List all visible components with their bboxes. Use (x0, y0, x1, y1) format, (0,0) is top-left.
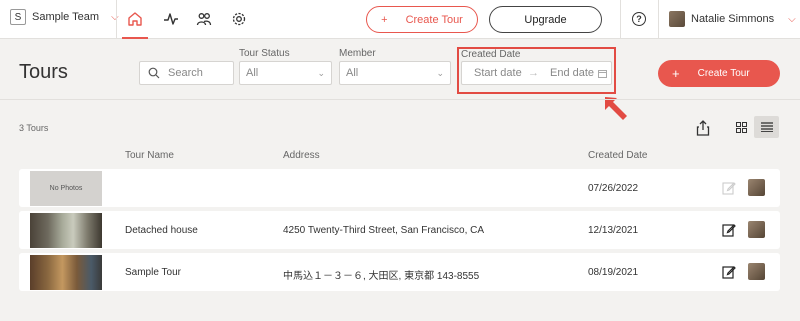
created-date-cell: 08/19/2021 (588, 267, 639, 278)
address-cell: 中馬込１－３－６, 大田区, 東京都 143-8555 (283, 271, 480, 282)
team-name: Sample Team (32, 11, 100, 23)
chevron-down-icon: ⌄ (317, 68, 325, 78)
member-label: Member (339, 48, 376, 59)
team-switcher[interactable]: S Sample Team ⌵ (10, 9, 119, 25)
created-date-label: Created Date (461, 49, 521, 60)
column-header-created-date[interactable]: Created Date (588, 150, 647, 161)
create-tour-top-label: Create Tour (405, 13, 463, 26)
plus-icon: + (381, 13, 388, 26)
team-logo: S (10, 9, 26, 25)
created-date-cell: 12/13/2021 (588, 225, 639, 236)
user-menu[interactable]: Natalie Simmons ⌵ (669, 11, 796, 27)
tour-name-cell: Detached house (125, 225, 198, 236)
create-tour-button[interactable]: + Create Tour (658, 60, 780, 87)
chevron-down-icon: ⌵ (788, 13, 796, 25)
tour-status-value: All (246, 67, 259, 79)
tour-status-label: Tour Status (239, 48, 290, 59)
home-icon[interactable] (122, 10, 148, 39)
page-title: Tours (19, 61, 68, 83)
edit-icon[interactable] (722, 265, 736, 279)
thumbnail-image (30, 255, 102, 290)
divider (658, 0, 659, 39)
table-row[interactable]: Sample Tour 中馬込１－３－６, 大田区, 東京都 143-8555 … (19, 253, 780, 291)
edit-icon[interactable] (722, 223, 736, 237)
member-select[interactable]: All ⌄ (339, 61, 451, 85)
share-icon[interactable] (696, 120, 710, 136)
upgrade-button[interactable]: Upgrade (489, 6, 602, 33)
table-row[interactable]: No Photos 07/26/2022 (19, 169, 780, 207)
search-placeholder: Search (168, 67, 203, 79)
plus-icon: + (672, 66, 680, 81)
column-header-address[interactable]: Address (283, 150, 320, 161)
thumbnail-image (30, 213, 102, 248)
created-date-cell: 07/26/2022 (588, 183, 639, 194)
divider (0, 99, 800, 100)
tour-count: 3 Tours (19, 123, 49, 133)
tour-name-cell: Sample Tour (125, 267, 181, 278)
help-icon[interactable]: ? (632, 12, 646, 26)
create-tour-top-button[interactable]: + Create Tour (366, 6, 478, 33)
upgrade-label: Upgrade (524, 13, 567, 26)
created-date-range-picker[interactable]: Start date → End date (461, 61, 612, 85)
user-name: Natalie Simmons (691, 13, 775, 25)
grid-view-icon[interactable] (733, 118, 749, 136)
avatar (669, 11, 685, 27)
create-tour-label: Create Tour (697, 68, 750, 79)
divider (620, 0, 621, 39)
owner-avatar (748, 179, 765, 196)
owner-avatar (748, 221, 765, 238)
table-row[interactable]: Detached house 4250 Twenty-Third Street,… (19, 211, 780, 249)
help-glyph: ? (636, 14, 642, 24)
tour-status-select[interactable]: All ⌄ (239, 61, 332, 85)
activity-icon[interactable] (162, 10, 180, 28)
member-value: All (346, 67, 359, 79)
column-header-tour-name[interactable]: Tour Name (125, 150, 174, 161)
gear-icon[interactable] (230, 10, 248, 28)
chevron-down-icon: ⌄ (436, 68, 444, 78)
start-date-input[interactable]: Start date (474, 67, 522, 79)
arrow-right-icon: → (528, 67, 539, 79)
people-icon[interactable] (195, 10, 213, 28)
divider (116, 0, 117, 39)
end-date-input[interactable]: End date (550, 67, 594, 79)
chevron-down-icon: ⌵ (111, 11, 119, 23)
top-navigation-bar: S Sample Team ⌵ + Create Tour Upgrade ? … (0, 0, 800, 39)
search-input[interactable]: Search (139, 61, 234, 85)
list-view-icon[interactable] (754, 116, 779, 138)
search-icon (148, 67, 160, 79)
thumbnail-placeholder: No Photos (30, 171, 102, 206)
edit-icon (722, 182, 736, 195)
owner-avatar (748, 263, 765, 280)
address-cell: 4250 Twenty-Third Street, San Francisco,… (283, 225, 485, 236)
calendar-icon (598, 70, 607, 78)
